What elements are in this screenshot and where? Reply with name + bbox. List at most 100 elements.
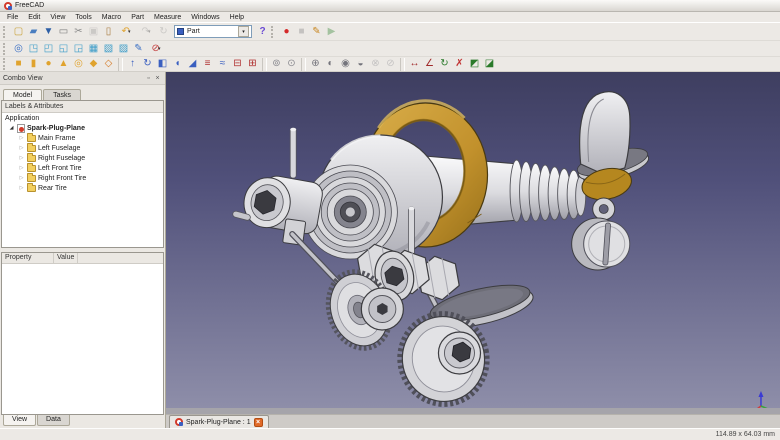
draw-style-button[interactable]: ⊘ ▾ <box>146 41 166 56</box>
tree-item[interactable]: ▷ Right Fuselage <box>2 152 163 163</box>
part-torus-button[interactable]: ◎ <box>71 57 86 72</box>
toolbar-grip[interactable] <box>3 25 8 38</box>
expand-arrow-icon[interactable]: ◢ <box>8 125 15 131</box>
nose-hex-cylinder[interactable] <box>240 171 324 236</box>
boolean-union-button[interactable]: ◉ <box>338 57 353 72</box>
spark-plug-plane-model[interactable] <box>232 91 652 408</box>
collapse-arrow-icon[interactable]: ▷ <box>18 185 25 191</box>
boolean-button[interactable]: ⊕ <box>308 57 323 72</box>
tab-tasks[interactable]: Tasks <box>43 89 81 100</box>
cross-sections-button[interactable]: ⊞ <box>245 57 260 72</box>
view-right-button[interactable]: ◲ ▾ <box>71 41 86 56</box>
section-button[interactable]: ⊟ <box>230 57 245 72</box>
macro-stop-button[interactable]: ■ <box>294 24 309 39</box>
tab-data[interactable]: Data <box>37 415 70 426</box>
open-file-button[interactable]: ▰ ▾ <box>26 24 41 39</box>
part-box-button[interactable]: ■ <box>11 57 26 72</box>
collapse-arrow-icon[interactable]: ▷ <box>18 155 25 161</box>
rear-tire[interactable] <box>571 217 631 271</box>
tree-item[interactable]: ▷ Left Front Tire <box>2 162 163 173</box>
tree-item[interactable]: ▷ Left Fuselage <box>2 142 163 153</box>
menu-item[interactable]: File <box>2 13 23 22</box>
menu-item[interactable]: View <box>45 13 70 22</box>
part-cone-button[interactable]: ▲ <box>56 57 71 72</box>
menu-item[interactable]: Help <box>225 13 249 22</box>
boolean-common-button[interactable]: ◒ <box>353 57 368 72</box>
macro-play-button[interactable]: ▶ <box>324 24 339 39</box>
collapse-arrow-icon[interactable]: ▷ <box>18 135 25 141</box>
menu-item[interactable]: Part <box>126 13 149 22</box>
tree-root-application[interactable]: Application <box>2 113 163 123</box>
offset-button[interactable]: ⊚ <box>269 57 284 72</box>
menu-item[interactable]: Macro <box>97 13 126 22</box>
toolbar-grip[interactable] <box>3 42 8 55</box>
copy-button[interactable]: ▣ ▾ <box>86 24 101 39</box>
cut-button[interactable]: ✂ ▾ <box>71 24 86 39</box>
collapse-arrow-icon[interactable]: ▷ <box>18 165 25 171</box>
macro-edit-button[interactable]: ✎ <box>309 24 324 39</box>
menu-item[interactable]: Measure <box>149 13 186 22</box>
part-sphere-button[interactable]: ● <box>41 57 56 72</box>
loft-button[interactable]: ≡ <box>200 57 215 72</box>
view-front-button[interactable]: ◰ ▾ <box>41 41 56 56</box>
view-axonometric-button[interactable]: ◳ ▾ <box>26 41 41 56</box>
view-rear-button[interactable]: ▦ ▾ <box>86 41 101 56</box>
print-button[interactable]: ▭ ▾ <box>56 24 71 39</box>
part-cylinder-button[interactable]: ▮ <box>26 57 41 72</box>
split-objects-button[interactable]: ⊘ <box>383 57 398 72</box>
revolve-button[interactable]: ↻ <box>140 57 155 72</box>
3d-viewport[interactable] <box>166 72 780 408</box>
chamfer-button[interactable]: ◢ <box>185 57 200 72</box>
view-bottom-button[interactable]: ▧ ▾ <box>101 41 116 56</box>
new-file-button[interactable]: ▢ ▾ <box>11 24 26 39</box>
thickness-button[interactable]: ⊙ <box>284 57 299 72</box>
menu-item[interactable]: Tools <box>70 13 96 22</box>
create-primitives-button[interactable]: ◆ <box>86 57 101 72</box>
workbench-dropdown-arrow-icon[interactable]: ▾ <box>238 26 249 37</box>
view-top-button[interactable]: ◱ ▾ <box>56 41 71 56</box>
tab-view[interactable]: View <box>3 415 37 426</box>
shape-builder-button[interactable]: ◇ <box>101 57 116 72</box>
tab-model[interactable]: Model <box>3 89 43 100</box>
measure-distance-button[interactable]: ✎ ▾ <box>131 41 146 56</box>
view-left-button[interactable]: ▨ ▾ <box>116 41 131 56</box>
save-file-button[interactable]: ▼ ▾ <box>41 24 56 39</box>
title-bar[interactable]: FreeCAD <box>0 0 780 12</box>
document-tab[interactable]: Spark-Plug-Plane : 1 × <box>169 415 269 428</box>
wheel-hub-ring[interactable] <box>360 287 404 331</box>
macro-record-button[interactable]: ● <box>279 24 294 39</box>
redo-button[interactable]: ↷ ▾ <box>136 24 156 39</box>
whats-this-button[interactable]: ? <box>255 24 270 39</box>
measure-linear-button[interactable]: ↔ <box>407 57 422 72</box>
tree-item-document[interactable]: ◢ Spark-Plug-Plane <box>2 123 163 133</box>
sweep-button[interactable]: ≈ <box>215 57 230 72</box>
fillet-button[interactable]: ◖ <box>170 57 185 72</box>
tree-item[interactable]: ▷ Rear Tire <box>2 182 163 193</box>
fit-all-button[interactable]: ◎ ▾ <box>11 41 26 56</box>
toolbar-grip[interactable] <box>3 58 8 70</box>
close-panel-button[interactable]: × <box>153 74 162 83</box>
measure-angular-button[interactable]: ∠ <box>422 57 437 72</box>
mirror-button[interactable]: ◧ <box>155 57 170 72</box>
boolean-cut-button[interactable]: ◐ <box>323 57 338 72</box>
menu-item[interactable]: Edit <box>23 13 45 22</box>
measure-toggle-3d-button[interactable]: ◪ <box>482 57 497 72</box>
combo-view-titlebar[interactable]: Combo View ▫ × <box>0 72 165 85</box>
collapse-arrow-icon[interactable]: ▷ <box>18 175 25 181</box>
refresh-button[interactable]: ↻ ▾ <box>156 24 171 39</box>
undo-button[interactable]: ↶ ▾ <box>116 24 136 39</box>
toolbar-grip[interactable] <box>271 25 276 38</box>
extrude-button[interactable]: ↑ <box>125 57 140 72</box>
measure-refresh-button[interactable]: ↻ <box>437 57 452 72</box>
tail-assembly[interactable] <box>571 91 652 271</box>
menu-item[interactable]: Windows <box>186 13 224 22</box>
close-document-icon[interactable]: × <box>253 417 263 427</box>
paste-button[interactable]: ▯ ▾ <box>101 24 116 39</box>
connect-objects-button[interactable]: ⊗ <box>368 57 383 72</box>
measure-toggle-all-button[interactable]: ◩ <box>467 57 482 72</box>
workbench-selector[interactable]: Part ▾ <box>174 25 252 38</box>
measure-clear-all-button[interactable]: ✗ <box>452 57 467 72</box>
tree-item[interactable]: ▷ Main Frame <box>2 132 163 143</box>
tree-item[interactable]: ▷ Right Front Tire <box>2 172 163 183</box>
collapse-arrow-icon[interactable]: ▷ <box>18 145 25 151</box>
